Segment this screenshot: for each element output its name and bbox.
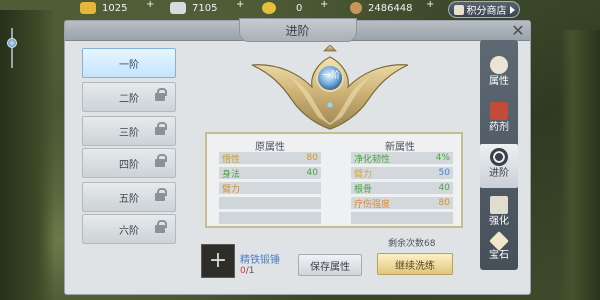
old-attribute-row: 悟性 80 (219, 152, 321, 165)
attribute-value: 50 (438, 168, 450, 178)
lock-icon (155, 88, 167, 103)
scenery-right (560, 30, 600, 300)
tier-emblem-icon (251, 45, 409, 130)
currency-value: 1025 (102, 2, 128, 14)
copper-coin-icon (350, 2, 362, 14)
tier-item-3[interactable]: 三阶 (82, 116, 176, 146)
attribute-name: 臂力 (222, 184, 241, 195)
old-attributes-header: 原属性 (255, 142, 285, 153)
tab-label: 进阶 (489, 168, 509, 179)
currency-gold-coin: 0 (262, 2, 302, 14)
material-slot[interactable]: + (201, 244, 235, 278)
jewel-ornament-icon (7, 38, 17, 48)
attribute-comparison: 原属性 新属性 悟性 80 身法 40 臂力 净化韧性 4% 臂力 50 根骨 … (205, 132, 463, 228)
old-attribute-row: 身法 40 (219, 167, 321, 180)
old-attribute-row (219, 197, 321, 209)
attribute-value: 80 (438, 198, 450, 208)
plus-icon: + (208, 248, 228, 273)
tab-label: 药剂 (489, 122, 509, 133)
attribute-name: 臂力 (354, 169, 373, 180)
currency-gold-ingot: 1025 (80, 2, 127, 14)
attribute-name: 根骨 (354, 184, 373, 195)
new-attribute-row: 根骨 40 (351, 182, 453, 195)
potion-icon (490, 102, 508, 120)
material-total: /1 (245, 266, 255, 276)
tier-item-5[interactable]: 五阶 (82, 182, 176, 212)
currency-silver-ingot: 7105 (170, 2, 217, 14)
currency-value: 7105 (192, 2, 218, 14)
attribute-value: 40 (438, 183, 450, 193)
panel-title: 进阶 (238, 18, 357, 42)
tier-label: 六阶 (119, 225, 139, 237)
gold-ingot-icon (80, 2, 96, 14)
silver-ingot-icon (170, 2, 186, 14)
currency-value: 0 (296, 2, 303, 14)
attribute-value: 40 (306, 168, 318, 178)
tier-label: 三阶 (119, 127, 139, 139)
advance-icon (490, 148, 508, 166)
new-attribute-row (351, 212, 453, 224)
tier-item-4[interactable]: 四阶 (82, 148, 176, 178)
add-copper-coin-button[interactable]: + (426, 0, 434, 10)
hammer-icon (490, 196, 508, 214)
new-attribute-row: 臂力 50 (351, 167, 453, 180)
currency-bar: 1025 + 7105 + 0 + 2486448 + (70, 0, 600, 18)
continue-refine-button[interactable]: 继续洗练 (377, 253, 453, 275)
tier-label: 五阶 (119, 193, 139, 205)
gold-coin-icon (262, 2, 276, 14)
attribute-name: 悟性 (222, 154, 241, 165)
tier-item-1[interactable]: 一阶 (82, 48, 176, 78)
attribute-value: 80 (306, 153, 318, 163)
shop-label: 积分商店 (466, 6, 507, 17)
tab-attributes[interactable]: 属性 (480, 52, 518, 96)
old-attribute-row (219, 212, 321, 224)
close-icon[interactable]: ✕ (510, 23, 526, 39)
lock-icon (155, 188, 167, 203)
lock-icon (155, 154, 167, 169)
material-count: 0/1 (240, 266, 255, 276)
remaining-count: 剩余次数68 (388, 239, 436, 249)
tab-potion[interactable]: 药剂 (480, 98, 518, 142)
shop-bag-icon (453, 4, 464, 15)
attribute-value: 4% (435, 153, 450, 163)
scenery-left (0, 10, 55, 300)
panel-ornament (11, 28, 13, 68)
tab-gem[interactable]: 宝石 (480, 230, 518, 274)
side-tab-bar: 属性 药剂 进阶 强化 宝石 (480, 40, 518, 270)
tier-label: 四阶 (119, 159, 139, 171)
add-gold-coin-button[interactable]: + (320, 0, 328, 10)
attribute-name: 净化韧性 (354, 154, 391, 165)
tab-label: 宝石 (489, 250, 509, 261)
tier-item-2[interactable]: 二阶 (82, 82, 176, 112)
tier-label: 二阶 (119, 93, 139, 105)
new-attribute-row: 净化韧性 4% (351, 152, 453, 165)
points-shop-button[interactable]: 积分商店 (448, 1, 520, 18)
tab-label: 强化 (489, 216, 509, 227)
lock-icon (155, 122, 167, 137)
character-icon (490, 56, 508, 74)
attribute-name: 身法 (222, 169, 241, 180)
tier-item-6[interactable]: 六阶 (82, 214, 176, 244)
lock-icon (155, 220, 167, 235)
old-attribute-row: 臂力 (219, 182, 321, 195)
emblem-tier-label: 一阶 (321, 71, 340, 81)
gem-icon (489, 231, 509, 251)
currency-value: 2486448 (368, 2, 413, 14)
tab-advance[interactable]: 进阶 (480, 144, 518, 188)
add-silver-ingot-button[interactable]: + (236, 0, 244, 10)
add-gold-ingot-button[interactable]: + (146, 0, 154, 10)
tab-label: 属性 (489, 76, 509, 87)
new-attribute-row: 疗伤强度 80 (351, 197, 453, 210)
attribute-name: 疗伤强度 (354, 199, 391, 210)
tier-label: 一阶 (119, 59, 139, 71)
material-name: 精铁锻锤 (240, 255, 280, 266)
currency-copper-coin: 2486448 (350, 2, 413, 14)
arrow-right-icon (509, 5, 515, 14)
save-attributes-button[interactable]: 保存属性 (298, 254, 362, 276)
